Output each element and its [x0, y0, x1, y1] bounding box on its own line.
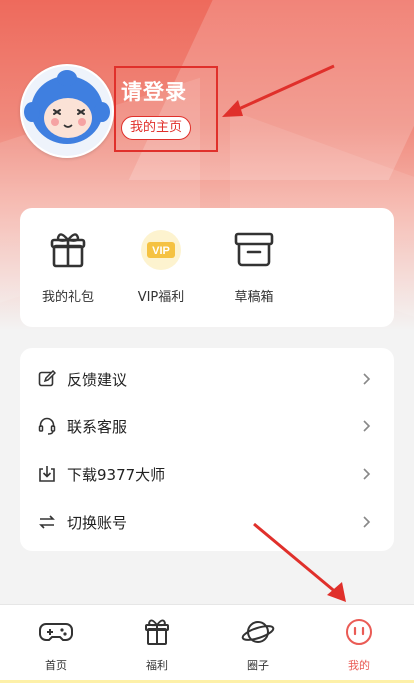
my-homepage-button[interactable]: 我的主页	[121, 116, 192, 140]
menu-item-feedback[interactable]: 反馈建议	[20, 356, 394, 402]
quick-action-vip[interactable]: VIP VIP福利	[121, 228, 201, 305]
menu-card: 反馈建议 联系客服 下载9377大师 切换账号	[20, 348, 394, 551]
bottom-tab-bar: 首页 福利 圈子 我的	[0, 604, 414, 681]
edit-icon	[38, 370, 56, 387]
chevron-right-icon	[363, 516, 371, 528]
menu-item-customer-service[interactable]: 联系客服	[20, 403, 394, 449]
tab-home[interactable]: 首页	[16, 615, 96, 673]
customer-service-icon	[38, 417, 56, 435]
chevron-right-icon	[363, 420, 371, 432]
chevron-right-icon	[363, 468, 371, 480]
login-title[interactable]: 请登录	[121, 76, 187, 106]
quick-action-label: 我的礼包	[41, 290, 94, 305]
tab-circle[interactable]: 圈子	[218, 615, 298, 673]
user-avatar[interactable]	[20, 64, 114, 158]
vip-badge-icon: VIP	[139, 228, 183, 272]
switch-icon	[39, 515, 55, 529]
quick-action-drafts[interactable]: 草稿箱	[214, 228, 294, 305]
tab-label: 圈子	[247, 659, 269, 672]
menu-item-switch-account[interactable]: 切换账号	[20, 499, 394, 545]
menu-item-label: 反馈建议	[67, 371, 128, 389]
menu-item-label: 联系客服	[67, 418, 128, 436]
tab-welfare[interactable]: 福利	[117, 615, 197, 673]
quick-action-gift[interactable]: 我的礼包	[28, 228, 108, 305]
monkey-avatar-icon	[22, 66, 112, 156]
planet-icon	[241, 621, 275, 643]
tab-mine[interactable]: 我的	[319, 615, 399, 673]
menu-item-label: 下载9377大师	[67, 466, 166, 484]
menu-item-download[interactable]: 下载9377大师	[20, 451, 394, 497]
gift-icon	[46, 228, 90, 272]
draft-box-icon	[232, 228, 276, 272]
tab-label: 我的	[348, 659, 370, 672]
menu-item-label: 切换账号	[67, 514, 128, 532]
quick-action-label: 草稿箱	[234, 290, 274, 305]
chevron-right-icon	[363, 373, 371, 385]
svg-text:VIP: VIP	[152, 245, 170, 257]
download-icon	[39, 466, 55, 482]
gift-icon	[145, 619, 169, 645]
tab-label: 首页	[45, 659, 67, 672]
quick-actions-card: 我的礼包 VIP VIP福利 草稿箱	[20, 208, 394, 327]
smile-icon	[346, 619, 372, 645]
quick-action-label: VIP福利	[137, 290, 185, 305]
tab-label: 福利	[146, 659, 168, 672]
gamepad-icon	[39, 623, 73, 641]
